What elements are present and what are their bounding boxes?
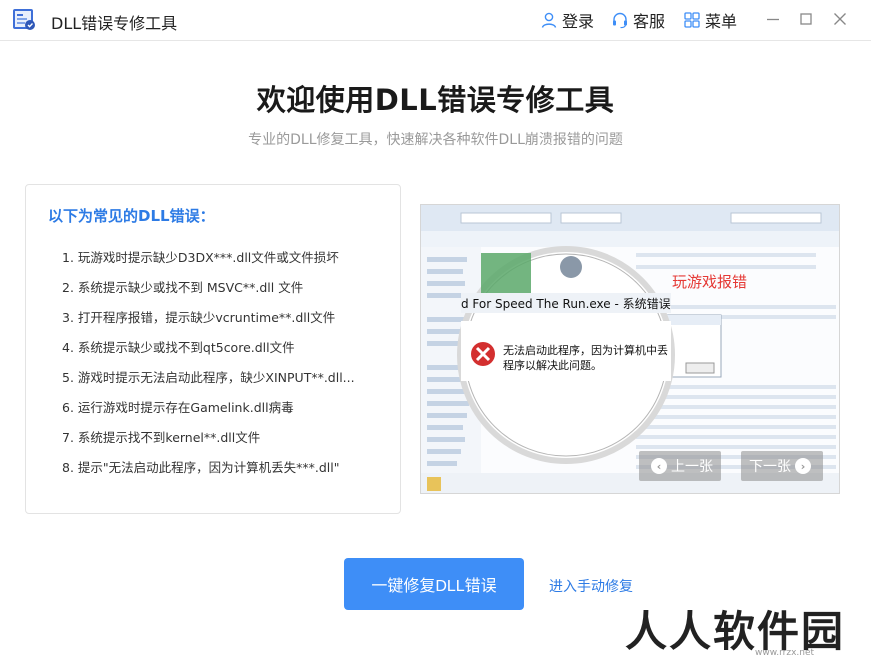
list-item: 3. 打开程序报错，提示缺少vcruntime**.dll文件 (62, 310, 336, 325)
page-title: 欢迎使用DLL错误专修工具 (256, 83, 615, 117)
list-item: 8. 提示"无法启动此程序，因为计算机丢失***.dll" (62, 460, 340, 475)
close-icon[interactable] (831, 10, 849, 28)
error-dialog-message: 无法启动此程序，因为计算机中丢 (503, 344, 668, 357)
next-slide-label: 下一张 (749, 459, 791, 475)
common-errors-title: 以下为常见的DLL错误： (48, 207, 215, 225)
preview-caption: 玩游戏报错 (672, 273, 748, 291)
menu-label: 菜单 (705, 12, 738, 31)
manual-repair-link[interactable]: 进入手动修复 (549, 576, 633, 596)
list-item: 4. 系统提示缺少或找不到qt5core.dll文件 (62, 340, 295, 355)
list-item: 2. 系统提示缺少或找不到 MSVC**.dll 文件 (62, 280, 304, 295)
app-title: DLL错误专修工具 (51, 14, 178, 33)
user-icon (541, 12, 557, 28)
error-dialog-message-2: 程序以解决此问题。 (503, 359, 602, 372)
list-item: 6. 运行游戏时提示存在Gamelink.dll病毒 (62, 400, 294, 415)
error-example-carousel: d For Speed The Run.exe - 系统错误 无法启动此程序，因… (420, 204, 840, 494)
minimize-icon[interactable] (764, 10, 782, 28)
login-button[interactable]: 登录 (540, 9, 594, 31)
prev-slide-label: 上一张 (671, 459, 713, 475)
common-errors-card: 以下为常见的DLL错误： 1. 玩游戏时提示缺少D3DX***.dll文件或文件… (25, 184, 401, 514)
grid-menu-icon (684, 12, 700, 28)
common-errors-list: 1. 玩游戏时提示缺少D3DX***.dll文件或文件损坏 2. 系统提示缺少或… (62, 247, 355, 487)
chevron-left-icon: ‹ (651, 458, 667, 474)
app-logo-icon (13, 9, 35, 30)
title-bar: DLL错误专修工具 登录 客服 菜单 (0, 0, 871, 41)
list-item: 5. 游戏时提示无法启动此程序，缺少XINPUT**.dll... (62, 370, 355, 385)
login-label: 登录 (562, 12, 595, 31)
one-click-repair-button[interactable]: 一键修复DLL错误 (344, 558, 524, 610)
customer-service-button[interactable]: 客服 (611, 9, 665, 31)
list-item: 1. 玩游戏时提示缺少D3DX***.dll文件或文件损坏 (62, 250, 339, 265)
service-label: 客服 (633, 12, 666, 31)
prev-slide-button[interactable]: ‹ 上一张 (639, 451, 721, 481)
headset-icon (613, 12, 627, 29)
menu-button[interactable]: 菜单 (683, 9, 737, 31)
next-slide-button[interactable]: 下一张 › (741, 451, 823, 481)
watermark-url: www.rrzx.net (755, 648, 815, 658)
chevron-right-icon: › (795, 458, 811, 474)
list-item: 7. 系统提示找不到kernel**.dll文件 (62, 430, 261, 445)
error-dialog-title: d For Speed The Run.exe - 系统错误 (461, 297, 671, 311)
maximize-icon[interactable] (797, 10, 815, 28)
watermark-logo: 人人软件园 www.rrzx.net (625, 598, 865, 658)
page-subtitle: 专业的DLL修复工具，快速解决各种软件DLL崩溃报错的问题 (248, 132, 623, 148)
